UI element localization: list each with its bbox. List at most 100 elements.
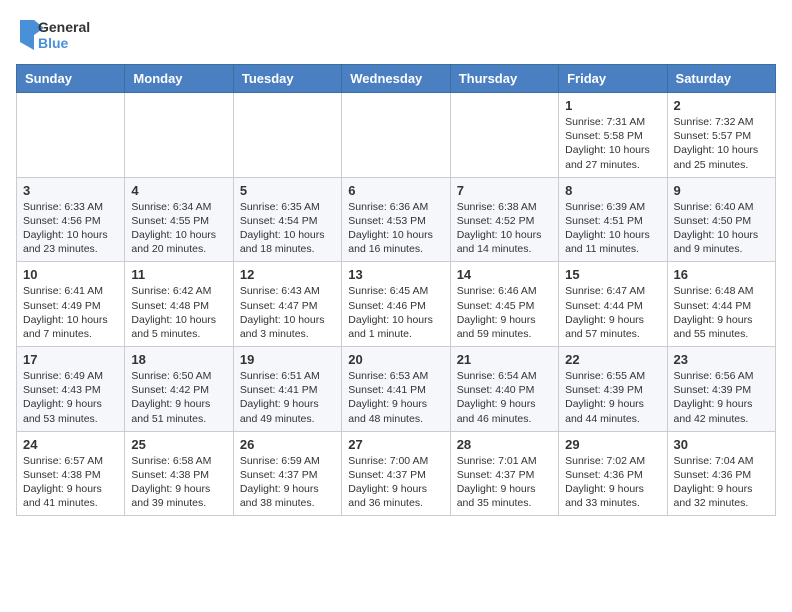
- day-number: 1: [565, 98, 660, 113]
- calendar-cell: 26 Sunrise: 6:59 AM Sunset: 4:37 PM Dayli…: [233, 431, 341, 516]
- day-number: 15: [565, 267, 660, 282]
- day-info: Sunrise: 6:42 AM Sunset: 4:48 PM Dayligh…: [131, 285, 216, 340]
- calendar-cell: 5 Sunrise: 6:35 AM Sunset: 4:54 PM Daylig…: [233, 177, 341, 262]
- calendar-week-row: 3 Sunrise: 6:33 AM Sunset: 4:56 PM Daylig…: [17, 177, 776, 262]
- day-info: Sunrise: 6:43 AM Sunset: 4:47 PM Dayligh…: [240, 285, 325, 340]
- calendar-cell: 22 Sunrise: 6:55 AM Sunset: 4:39 PM Dayli…: [559, 347, 667, 432]
- calendar-cell: 27 Sunrise: 7:00 AM Sunset: 4:37 PM Dayli…: [342, 431, 450, 516]
- calendar-cell: 11 Sunrise: 6:42 AM Sunset: 4:48 PM Dayli…: [125, 262, 233, 347]
- day-number: 11: [131, 267, 226, 282]
- day-number: 30: [674, 437, 769, 452]
- day-header-tuesday: Tuesday: [233, 65, 341, 93]
- day-info: Sunrise: 6:38 AM Sunset: 4:52 PM Dayligh…: [457, 201, 542, 256]
- calendar-cell: [450, 93, 558, 178]
- svg-text:General: General: [38, 19, 90, 35]
- day-info: Sunrise: 7:00 AM Sunset: 4:37 PM Dayligh…: [348, 455, 428, 510]
- day-number: 26: [240, 437, 335, 452]
- calendar-week-row: 10 Sunrise: 6:41 AM Sunset: 4:49 PM Dayli…: [17, 262, 776, 347]
- calendar-week-row: 17Sunrise: 6:49 AM Sunset: 4:43 PM Dayli…: [17, 347, 776, 432]
- calendar-cell: 23 Sunrise: 6:56 AM Sunset: 4:39 PM Dayli…: [667, 347, 775, 432]
- day-info: Sunrise: 6:48 AM Sunset: 4:44 PM Dayligh…: [674, 285, 754, 340]
- day-number: 8: [565, 183, 660, 198]
- calendar-week-row: 1 Sunrise: 7:31 AM Sunset: 5:58 PM Daylig…: [17, 93, 776, 178]
- calendar-cell: 7 Sunrise: 6:38 AM Sunset: 4:52 PM Daylig…: [450, 177, 558, 262]
- day-info: Sunrise: 6:46 AM Sunset: 4:45 PM Dayligh…: [457, 285, 537, 340]
- day-number: 20: [348, 352, 443, 367]
- calendar-cell: 29Sunrise: 7:02 AM Sunset: 4:36 PM Dayli…: [559, 431, 667, 516]
- calendar-cell: 21 Sunrise: 6:54 AM Sunset: 4:40 PM Dayli…: [450, 347, 558, 432]
- day-number: 10: [23, 267, 118, 282]
- logo-svg: GeneralBlue: [16, 16, 96, 54]
- day-header-sunday: Sunday: [17, 65, 125, 93]
- calendar-cell: [342, 93, 450, 178]
- calendar-header-row: SundayMondayTuesdayWednesdayThursdayFrid…: [17, 65, 776, 93]
- calendar-cell: [17, 93, 125, 178]
- day-info: Sunrise: 6:33 AM Sunset: 4:56 PM Dayligh…: [23, 201, 108, 256]
- day-number: 12: [240, 267, 335, 282]
- day-info: Sunrise: 6:57 AM Sunset: 4:38 PM Dayligh…: [23, 455, 103, 510]
- day-number: 25: [131, 437, 226, 452]
- day-info: Sunrise: 6:34 AM Sunset: 4:55 PM Dayligh…: [131, 201, 216, 256]
- day-number: 29: [565, 437, 660, 452]
- header: GeneralBlue: [16, 16, 776, 54]
- calendar-cell: 2Sunrise: 7:32 AM Sunset: 5:57 PM Daylig…: [667, 93, 775, 178]
- day-info: Sunrise: 6:50 AM Sunset: 4:42 PM Dayligh…: [131, 370, 211, 425]
- calendar-cell: [233, 93, 341, 178]
- day-info: Sunrise: 6:58 AM Sunset: 4:38 PM Dayligh…: [131, 455, 211, 510]
- calendar-cell: 6 Sunrise: 6:36 AM Sunset: 4:53 PM Daylig…: [342, 177, 450, 262]
- day-number: 23: [674, 352, 769, 367]
- day-header-monday: Monday: [125, 65, 233, 93]
- calendar-cell: [125, 93, 233, 178]
- calendar-cell: 18Sunrise: 6:50 AM Sunset: 4:42 PM Dayli…: [125, 347, 233, 432]
- day-header-friday: Friday: [559, 65, 667, 93]
- day-info: Sunrise: 6:49 AM Sunset: 4:43 PM Dayligh…: [23, 370, 103, 425]
- calendar-table: SundayMondayTuesdayWednesdayThursdayFrid…: [16, 64, 776, 516]
- day-number: 6: [348, 183, 443, 198]
- day-number: 19: [240, 352, 335, 367]
- calendar-cell: 14 Sunrise: 6:46 AM Sunset: 4:45 PM Dayli…: [450, 262, 558, 347]
- calendar-cell: 13Sunrise: 6:45 AM Sunset: 4:46 PM Dayli…: [342, 262, 450, 347]
- calendar-cell: 24 Sunrise: 6:57 AM Sunset: 4:38 PM Dayli…: [17, 431, 125, 516]
- day-number: 3: [23, 183, 118, 198]
- svg-text:Blue: Blue: [38, 35, 69, 51]
- calendar-cell: 17Sunrise: 6:49 AM Sunset: 4:43 PM Dayli…: [17, 347, 125, 432]
- calendar-cell: 10 Sunrise: 6:41 AM Sunset: 4:49 PM Dayli…: [17, 262, 125, 347]
- day-header-saturday: Saturday: [667, 65, 775, 93]
- day-number: 5: [240, 183, 335, 198]
- calendar-cell: 16 Sunrise: 6:48 AM Sunset: 4:44 PM Dayli…: [667, 262, 775, 347]
- day-number: 24: [23, 437, 118, 452]
- day-info: Sunrise: 6:36 AM Sunset: 4:53 PM Dayligh…: [348, 201, 433, 256]
- day-info: Sunrise: 6:41 AM Sunset: 4:49 PM Dayligh…: [23, 285, 108, 340]
- calendar-cell: 12 Sunrise: 6:43 AM Sunset: 4:47 PM Dayli…: [233, 262, 341, 347]
- day-info: Sunrise: 7:04 AM Sunset: 4:36 PM Dayligh…: [674, 455, 754, 510]
- day-info: Sunrise: 6:54 AM Sunset: 4:40 PM Dayligh…: [457, 370, 537, 425]
- day-info: Sunrise: 6:47 AM Sunset: 4:44 PM Dayligh…: [565, 285, 645, 340]
- day-number: 14: [457, 267, 552, 282]
- day-number: 28: [457, 437, 552, 452]
- day-number: 22: [565, 352, 660, 367]
- day-info: Sunrise: 6:35 AM Sunset: 4:54 PM Dayligh…: [240, 201, 325, 256]
- day-info: Sunrise: 6:55 AM Sunset: 4:39 PM Dayligh…: [565, 370, 645, 425]
- day-number: 27: [348, 437, 443, 452]
- day-info: Sunrise: 6:40 AM Sunset: 4:50 PM Dayligh…: [674, 201, 759, 256]
- day-header-thursday: Thursday: [450, 65, 558, 93]
- day-number: 4: [131, 183, 226, 198]
- day-info: Sunrise: 6:53 AM Sunset: 4:41 PM Dayligh…: [348, 370, 428, 425]
- day-info: Sunrise: 7:32 AM Sunset: 5:57 PM Dayligh…: [674, 116, 759, 171]
- day-info: Sunrise: 6:56 AM Sunset: 4:39 PM Dayligh…: [674, 370, 754, 425]
- day-number: 7: [457, 183, 552, 198]
- calendar-cell: 30 Sunrise: 7:04 AM Sunset: 4:36 PM Dayli…: [667, 431, 775, 516]
- day-number: 21: [457, 352, 552, 367]
- day-header-wednesday: Wednesday: [342, 65, 450, 93]
- day-number: 9: [674, 183, 769, 198]
- day-number: 16: [674, 267, 769, 282]
- calendar-week-row: 24 Sunrise: 6:57 AM Sunset: 4:38 PM Dayli…: [17, 431, 776, 516]
- calendar-cell: 15 Sunrise: 6:47 AM Sunset: 4:44 PM Dayli…: [559, 262, 667, 347]
- day-info: Sunrise: 7:31 AM Sunset: 5:58 PM Dayligh…: [565, 116, 650, 171]
- calendar-cell: 20 Sunrise: 6:53 AM Sunset: 4:41 PM Dayli…: [342, 347, 450, 432]
- calendar-cell: 8Sunrise: 6:39 AM Sunset: 4:51 PM Daylig…: [559, 177, 667, 262]
- day-info: Sunrise: 6:59 AM Sunset: 4:37 PM Dayligh…: [240, 455, 320, 510]
- calendar-cell: 25 Sunrise: 6:58 AM Sunset: 4:38 PM Dayli…: [125, 431, 233, 516]
- calendar-cell: 19Sunrise: 6:51 AM Sunset: 4:41 PM Dayli…: [233, 347, 341, 432]
- logo: GeneralBlue: [16, 16, 96, 54]
